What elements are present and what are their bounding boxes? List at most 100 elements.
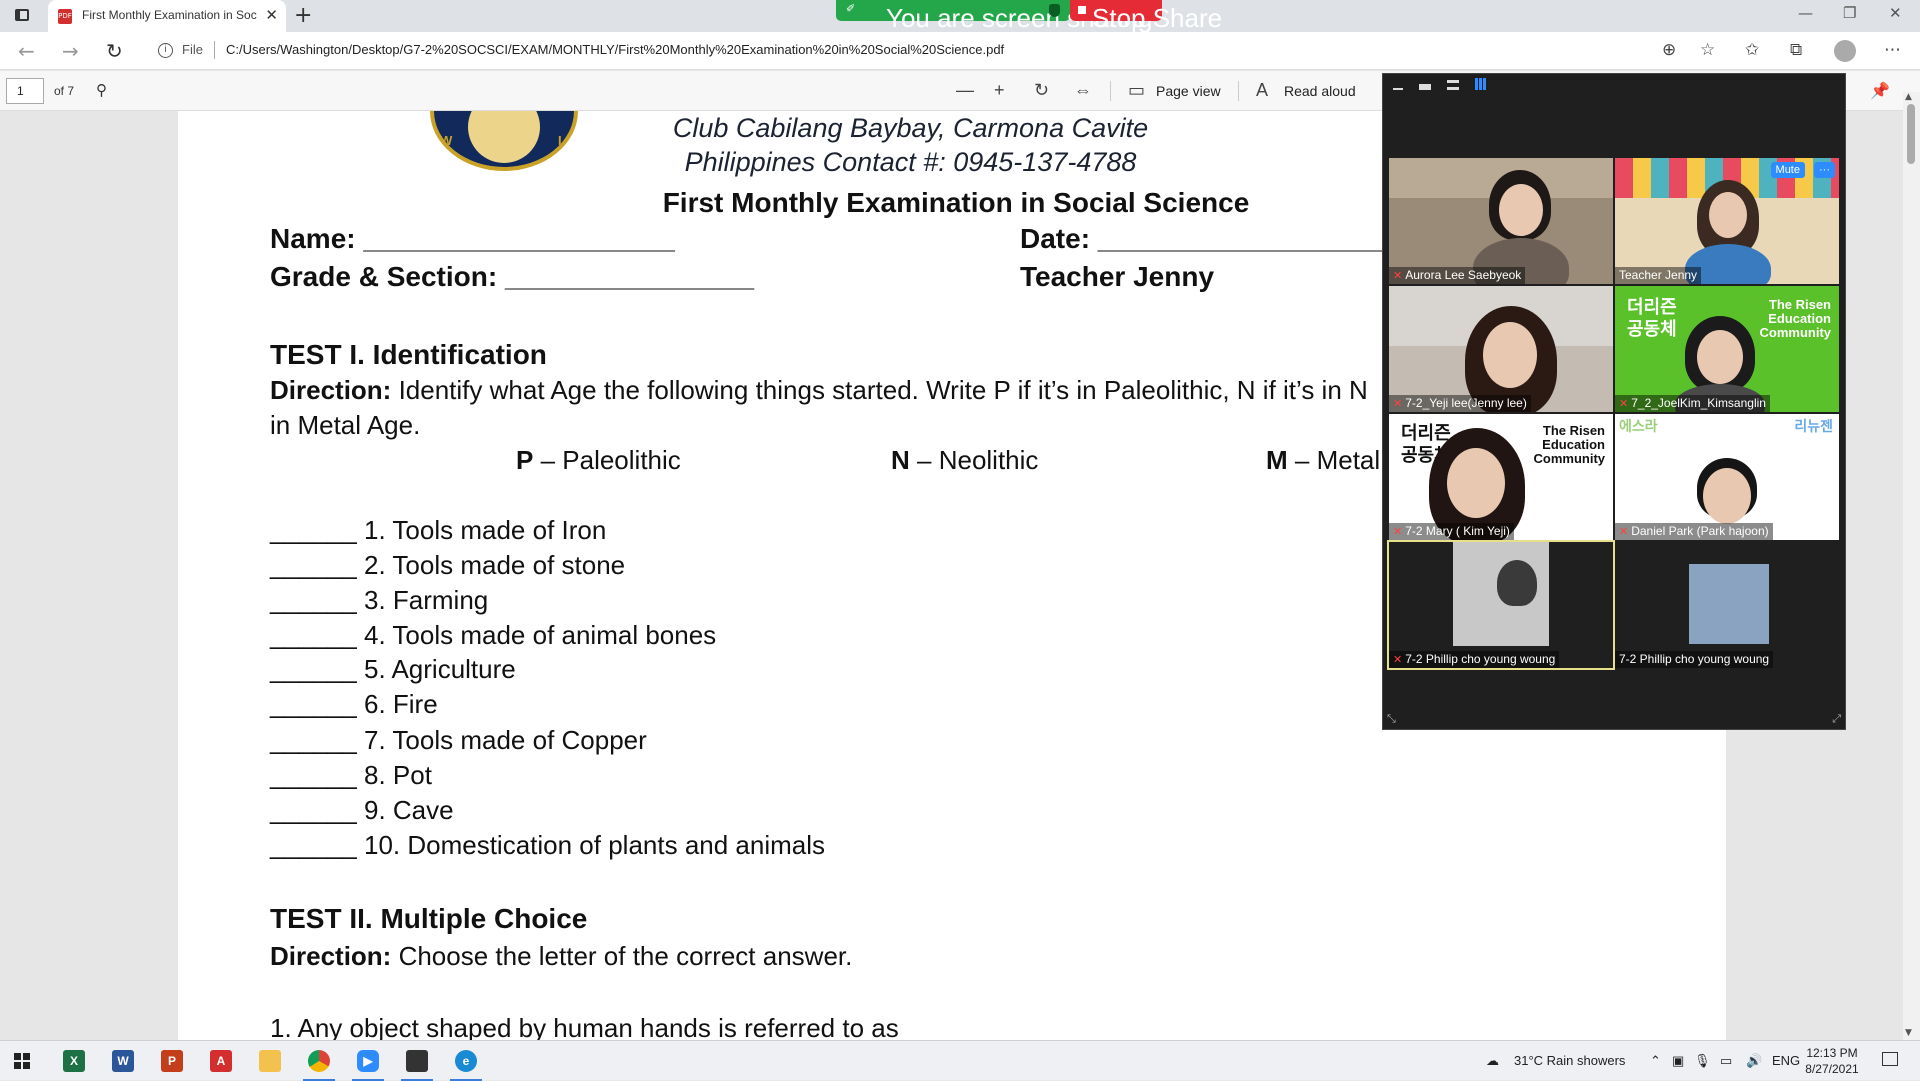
legend-neolithic: N – Neolithic <box>891 445 1038 476</box>
close-window-icon[interactable]: ✕ <box>1889 4 1902 22</box>
page-view-button[interactable]: Page view <box>1156 83 1221 99</box>
muted-mic-icon: ✕ <box>1619 526 1629 538</box>
close-tab-icon[interactable]: ✕ <box>265 6 278 24</box>
mute-button[interactable]: Mute <box>1770 162 1805 178</box>
tray-app-icon[interactable]: ▣ <box>1672 1053 1684 1069</box>
participant-name-text: 7-2 Phillip cho young woung <box>1619 652 1770 666</box>
participant-tile[interactable]: ✕ 7-2_Yeji lee(Jenny lee) <box>1389 286 1613 412</box>
page-number-input[interactable]: 1 <box>6 78 44 104</box>
logo-text: 공동체 <box>1627 319 1677 339</box>
zoom-app-icon[interactable]: ▶ <box>348 1045 388 1081</box>
logo-text: 더리즌 <box>1627 297 1677 317</box>
zoom-gallery-window: ✕ Aurora Lee Saebyeok Mute ··· Teacher Je… <box>1382 73 1846 730</box>
grade-section-field: Grade & Section: ________________ <box>270 261 755 292</box>
pin-icon[interactable]: 📌 <box>1870 81 1890 101</box>
toolbar-divider <box>1238 81 1239 101</box>
word-app-icon[interactable]: W <box>103 1045 143 1081</box>
show-hidden-icons[interactable]: ⌃ <box>1650 1053 1661 1069</box>
participant-tile-active-speaker[interactable]: ✕ 7-2 Phillip cho young woung <box>1387 540 1615 670</box>
page-view-icon[interactable]: ▭ <box>1128 80 1145 101</box>
excel-app-icon[interactable]: X <box>54 1045 94 1081</box>
zoom-in-icon[interactable]: + <box>994 80 1005 101</box>
stop-share-button[interactable]: Stop Share <box>1070 0 1222 33</box>
zoom-icon[interactable]: ⊕ <box>1662 40 1676 60</box>
tab-actions-icon[interactable] <box>12 8 32 24</box>
scroll-up-icon[interactable]: ▲ <box>1905 92 1912 102</box>
microphone-icon[interactable]: 🎙 <box>1694 1053 1711 1069</box>
powerpoint-app-icon[interactable]: P <box>152 1045 192 1081</box>
favorites-icon[interactable]: ✩ <box>1745 40 1759 60</box>
new-tab-icon[interactable]: + <box>294 3 312 28</box>
logo-text: The Risen <box>1768 297 1831 312</box>
participant-tile[interactable]: Mute ··· Teacher Jenny <box>1615 158 1839 284</box>
sticky-notes-icon[interactable] <box>397 1045 437 1081</box>
legend-paleolithic: P – Paleolithic <box>516 445 681 476</box>
participant-name: ✕ 7-2 Mary ( Kim Yeji) <box>1389 523 1514 540</box>
minimize-icon[interactable]: — <box>1798 4 1813 22</box>
input-language[interactable]: ENG <box>1772 1053 1800 1068</box>
participant-tile[interactable]: 더리즌 공동체 The Risen Education Community ✕ 7-2 … <box>1389 414 1613 540</box>
zoom-out-icon[interactable]: — <box>956 80 974 101</box>
more-options-icon[interactable]: ⋯ <box>1884 40 1901 60</box>
participant-tile[interactable]: 7-2 Phillip cho young woung <box>1615 542 1839 668</box>
network-icon[interactable]: ▭ <box>1720 1053 1732 1069</box>
more-options-button[interactable]: ··· <box>1814 162 1835 178</box>
browser-tab[interactable]: PDF First Monthly Examination in Soc ✕ <box>48 0 286 32</box>
weather-icon[interactable]: ☁ <box>1486 1053 1499 1069</box>
weather-status[interactable]: 31°C Rain showers <box>1514 1053 1625 1068</box>
file-explorer-icon[interactable] <box>250 1045 290 1081</box>
url-text[interactable]: C:/Users/Washington/Desktop/G7-2%20SOCSC… <box>226 42 1004 57</box>
direction-label: Direction: <box>270 375 392 405</box>
participant-tile[interactable]: ✕ Aurora Lee Saebyeok <box>1389 158 1613 284</box>
participant-name-text: Daniel Park (Park hajoon) <box>1631 524 1769 538</box>
logo-text: Community <box>1533 451 1606 466</box>
restore-icon[interactable]: ❐ <box>1843 4 1856 22</box>
banner-text: 리뉴젠 <box>1794 418 1833 434</box>
read-aloud-icon[interactable]: A <box>1256 80 1268 101</box>
speaker-view-icon[interactable] <box>1419 84 1431 90</box>
acrobat-app-icon[interactable]: A <box>201 1045 241 1081</box>
rotate-icon[interactable]: ↻ <box>1034 80 1049 101</box>
gallery-view-icon[interactable] <box>1475 78 1487 90</box>
participant-name-text: 7-2 Phillip cho young woung <box>1405 652 1556 666</box>
add-favorite-icon[interactable]: ☆ <box>1700 40 1715 60</box>
collections-icon[interactable]: ⧉ <box>1790 40 1802 60</box>
scrollbar-thumb[interactable] <box>1907 104 1915 164</box>
url-field[interactable]: i File C:/Users/Washington/Desktop/G7-2%… <box>150 37 1710 65</box>
forward-icon[interactable]: → <box>62 39 79 63</box>
fit-page-icon[interactable]: ⇔ <box>1074 80 1092 101</box>
muted-mic-icon: ✕ <box>1393 526 1403 538</box>
info-icon[interactable]: i <box>158 43 173 58</box>
minimize-icon[interactable] <box>1393 88 1403 90</box>
stop-icon <box>1078 6 1086 14</box>
notification-icon[interactable] <box>1882 1052 1898 1066</box>
strip-view-icon[interactable] <box>1447 80 1459 90</box>
clock[interactable]: 12:13 PM 8/27/2021 <box>1804 1045 1860 1077</box>
teacher-name: Teacher Jenny <box>1020 261 1215 292</box>
search-icon[interactable]: ⚲ <box>96 81 107 99</box>
shield-icon <box>1049 4 1060 17</box>
profile-avatar[interactable] <box>1834 40 1856 62</box>
windows-start-icon[interactable] <box>14 1053 30 1069</box>
chrome-app-icon[interactable] <box>299 1045 339 1081</box>
volume-icon[interactable]: 🔊 <box>1746 1053 1762 1069</box>
test1-direction-cont: in Metal Age. <box>270 410 421 440</box>
participant-tile[interactable]: 더리즌 공동체 The Risen Education Community ✕ 7_2_… <box>1615 286 1839 412</box>
direction-text: Identify what Age the following things s… <box>391 375 1368 405</box>
muted-mic-icon: ✕ <box>1393 398 1403 410</box>
community-logo-en: The Risen Education Community <box>1760 298 1832 340</box>
edge-app-icon[interactable]: e <box>446 1045 486 1081</box>
read-aloud-button[interactable]: Read aloud <box>1284 83 1356 99</box>
legend-dash: – <box>533 445 563 475</box>
legend-value: Paleolithic <box>562 445 681 475</box>
back-icon[interactable]: ← <box>18 39 35 63</box>
scroll-down-icon[interactable]: ▼ <box>1905 1028 1912 1038</box>
refresh-icon[interactable]: ↻ <box>106 39 123 63</box>
participant-tile[interactable]: 에스라 리뉴젠 ✕ Daniel Park (Park hajoon) <box>1615 414 1839 540</box>
toolbar-divider <box>1110 81 1111 101</box>
resize-handle-icon[interactable]: ⤢ <box>1832 713 1841 726</box>
legend-dash: – <box>909 445 939 475</box>
page-total: of 7 <box>54 84 75 98</box>
resize-handle-icon[interactable]: ⤡ <box>1387 713 1396 726</box>
vertical-scrollbar[interactable]: ▲ ▼ <box>1903 92 1920 1040</box>
